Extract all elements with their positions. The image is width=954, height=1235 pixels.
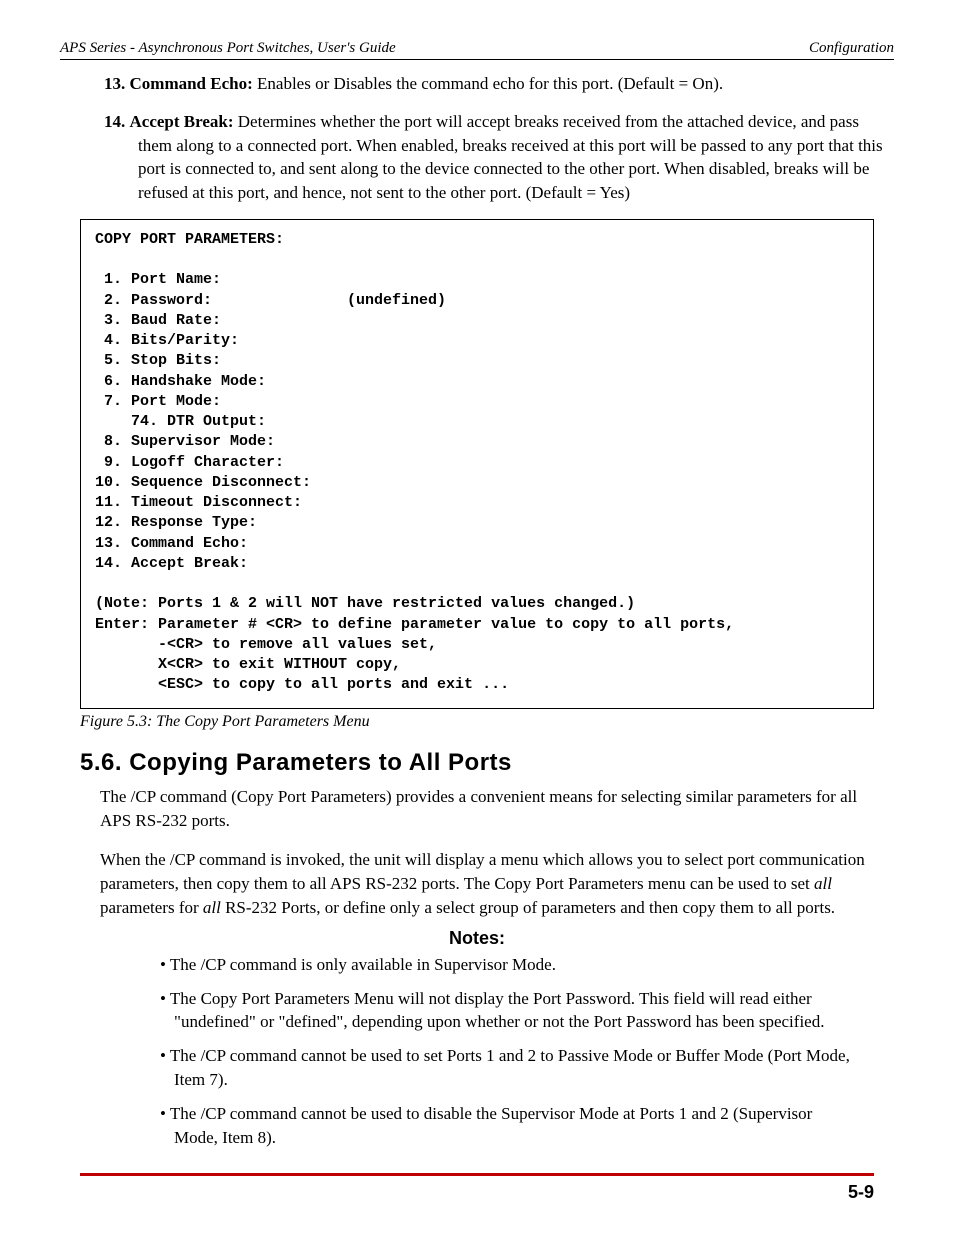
header-right: Configuration	[809, 40, 894, 57]
notes-list: The /CP command is only available in Sup…	[160, 953, 854, 1150]
item-text: Determines whether the port will accept …	[138, 112, 883, 202]
item-term: Accept Break:	[130, 112, 234, 131]
notes-heading: Notes:	[60, 928, 894, 949]
page: APS Series - Asynchronous Port Switches,…	[0, 0, 954, 1235]
list-item-14: 14. Accept Break: Determines whether the…	[138, 110, 894, 205]
section-heading: 5.6. Copying Parameters to All Ports	[80, 749, 874, 777]
figure-box: COPY PORT PARAMETERS: 1. Port Name: 2. P…	[80, 219, 874, 709]
p2-text-a: When the /CP command is invoked, the uni…	[100, 850, 865, 893]
body-paragraph-1: The /CP command (Copy Port Parameters) p…	[100, 785, 874, 833]
item-term: Command Echo:	[130, 74, 253, 93]
p2-text-e: RS-232 Ports, or define only a select gr…	[221, 898, 835, 917]
item-text: Enables or Disables the command echo for…	[253, 74, 723, 93]
p2-text-c: parameters for	[100, 898, 203, 917]
header-left: APS Series - Asynchronous Port Switches,…	[60, 40, 396, 57]
notes-item: The /CP command cannot be used to disabl…	[160, 1102, 854, 1150]
body-paragraph-2: When the /CP command is invoked, the uni…	[100, 848, 874, 919]
parameter-list: 13. Command Echo: Enables or Disables th…	[60, 72, 894, 205]
footer-rule	[80, 1173, 874, 1176]
notes-item: The /CP command cannot be used to set Po…	[160, 1044, 854, 1092]
item-number: 13.	[104, 74, 125, 93]
notes-item: The /CP command is only available in Sup…	[160, 953, 854, 977]
p2-italic-b: all	[814, 874, 832, 893]
item-number: 14.	[104, 112, 125, 131]
p2-italic-d: all	[203, 898, 221, 917]
page-header: APS Series - Asynchronous Port Switches,…	[60, 40, 894, 60]
figure-caption: Figure 5.3: The Copy Port Parameters Men…	[80, 713, 874, 731]
list-item-13: 13. Command Echo: Enables or Disables th…	[138, 72, 894, 96]
page-number: 5-9	[60, 1182, 874, 1203]
notes-item: The Copy Port Parameters Menu will not d…	[160, 987, 854, 1035]
